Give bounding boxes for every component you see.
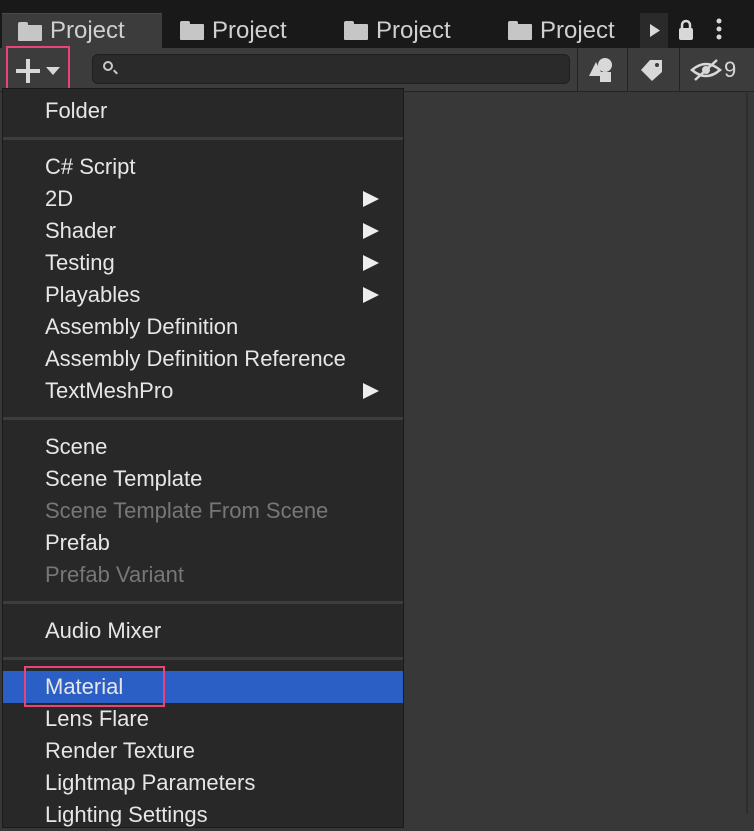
eye-hidden-icon (690, 59, 722, 81)
tab-label: Project (376, 16, 451, 44)
panel-edge (746, 91, 748, 814)
menu-item-scene-template-from-scene: Scene Template From Scene (45, 498, 329, 523)
folder-icon (508, 21, 532, 40)
menu-item-lighting-settings[interactable]: Lighting Settings (3, 799, 403, 831)
menu-separator (3, 417, 403, 420)
tab-bar: Project Project Project Project (0, 0, 754, 48)
lock-icon[interactable] (676, 18, 696, 42)
menu-separator (3, 657, 403, 660)
menu-item-prefab-variant: Prefab Variant (45, 562, 185, 587)
toolbar-divider (627, 48, 628, 91)
chevron-right-icon (650, 24, 660, 37)
tab-project-2[interactable]: Project (164, 13, 324, 48)
material-highlight-box (24, 666, 165, 707)
tab-project-1[interactable]: Project (2, 13, 162, 48)
submenu-arrow-icon (363, 383, 379, 399)
menu-item-assembly-definition[interactable]: Assembly Definition (3, 311, 403, 343)
folder-icon (180, 21, 204, 40)
toolbar-divider (679, 48, 680, 91)
menu-item-scene[interactable]: Scene (3, 431, 403, 463)
menu-item-textmeshpro[interactable]: TextMeshPro (3, 375, 403, 407)
tab-project-4[interactable]: Project (492, 13, 632, 48)
search-by-type-icon[interactable] (588, 56, 616, 84)
plus-icon (16, 59, 40, 83)
submenu-arrow-icon (363, 223, 379, 239)
tab-scroll-right-button[interactable] (640, 13, 668, 48)
menu-item-prefab[interactable]: Prefab (3, 527, 403, 559)
menu-separator (3, 601, 403, 604)
submenu-arrow-icon (363, 287, 379, 303)
folder-icon (18, 21, 42, 41)
menu-item-audio-mixer[interactable]: Audio Mixer (3, 615, 403, 647)
submenu-arrow-icon (363, 191, 379, 207)
toolbar-divider (577, 48, 578, 91)
hidden-packages-toggle[interactable]: 9 (690, 56, 736, 84)
search-input[interactable] (123, 57, 567, 83)
tab-label: Project (212, 16, 287, 44)
menu-item-lightmap-parameters[interactable]: Lightmap Parameters (3, 767, 403, 799)
hidden-count: 9 (724, 57, 737, 82)
menu-item-playables[interactable]: Playables (3, 279, 403, 311)
create-dropdown-menu: Folder C# Script 2D Shader Testing Playa… (2, 88, 404, 828)
menu-item-assembly-definition-reference[interactable]: Assembly Definition Reference (3, 343, 403, 375)
tab-project-3[interactable]: Project (328, 13, 488, 48)
menu-item-render-texture[interactable]: Render Texture (3, 735, 403, 767)
label-tag-icon[interactable] (640, 58, 666, 82)
folder-icon (344, 21, 368, 40)
menu-item-shader[interactable]: Shader (3, 215, 403, 247)
chevron-down-icon (46, 67, 60, 75)
menu-item-scene-template[interactable]: Scene Template (3, 463, 403, 495)
more-options-icon[interactable] (712, 16, 726, 42)
tab-label: Project (540, 16, 615, 44)
menu-item-2d[interactable]: 2D (3, 183, 403, 215)
menu-item-folder[interactable]: Folder (3, 95, 403, 127)
menu-item-testing[interactable]: Testing (3, 247, 403, 279)
menu-item-lens-flare[interactable]: Lens Flare (3, 703, 403, 735)
search-field[interactable] (92, 54, 570, 84)
menu-separator (3, 137, 403, 140)
tab-label: Project (50, 17, 125, 44)
search-icon (103, 61, 113, 71)
menu-item-csharp-script[interactable]: C# Script (3, 151, 403, 183)
submenu-arrow-icon (363, 255, 379, 271)
